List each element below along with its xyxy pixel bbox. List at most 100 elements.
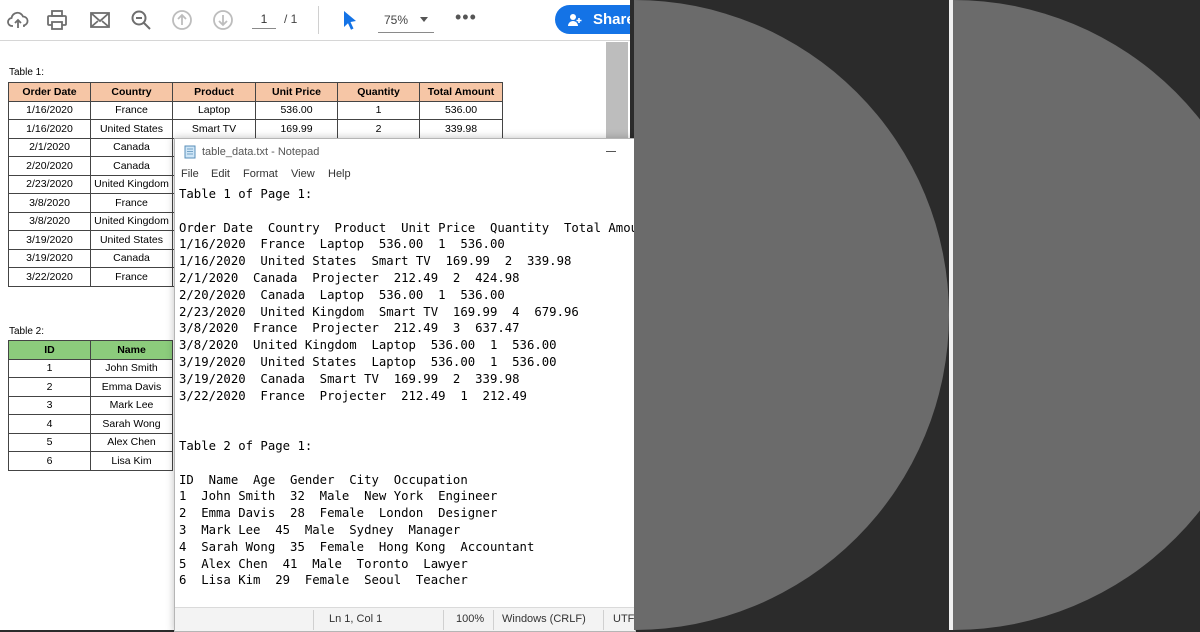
notepad-icon bbox=[184, 145, 196, 159]
decor-panel-right bbox=[953, 0, 1200, 630]
notepad-titlebar[interactable]: table_data.txt - Notepad bbox=[175, 139, 635, 165]
table1-cell: Laptop bbox=[172, 100, 256, 120]
table1-cell: 3/19/2020 bbox=[8, 248, 91, 268]
table2-row: 2 Emma Davis bbox=[8, 377, 173, 397]
table1-cell: Canada bbox=[90, 248, 173, 268]
notepad-line: 2 Emma Davis 28 Female London Designer bbox=[179, 506, 498, 521]
table1-cell: 3/8/2020 bbox=[8, 211, 91, 231]
table2-caption: Table 2: bbox=[9, 326, 45, 337]
print-icon[interactable] bbox=[45, 8, 69, 32]
table2-cell: 6 bbox=[8, 451, 91, 471]
table1-header-row: Order Date Country Product Unit Price Quanti… bbox=[8, 82, 503, 102]
menu-view[interactable]: View bbox=[291, 168, 315, 180]
table2-header-cell: ID bbox=[8, 340, 91, 360]
table1-header-cell: Unit Price bbox=[255, 82, 338, 102]
table2-cell: 4 bbox=[8, 414, 91, 434]
table2-cell: Mark Lee bbox=[90, 395, 173, 415]
notepad-line: 3/8/2020 France Projecter 212.49 3 637.4… bbox=[179, 321, 520, 336]
table1-cell: 2 bbox=[337, 119, 420, 139]
table2-header-cell: Name bbox=[90, 340, 173, 360]
table1-cell: 3/8/2020 bbox=[8, 193, 91, 213]
notepad-line: 1/16/2020 France Laptop 536.00 1 536.00 bbox=[179, 237, 505, 252]
table1-cell: 3/19/2020 bbox=[8, 230, 91, 250]
table1-cell: 536.00 bbox=[419, 100, 503, 120]
pdf-scrollbar-thumb[interactable] bbox=[606, 42, 628, 138]
table1-cell: 1 bbox=[337, 100, 420, 120]
mail-icon[interactable] bbox=[88, 8, 112, 32]
table1-cell: France bbox=[90, 267, 173, 287]
table1-cell: 1/16/2020 bbox=[8, 119, 91, 139]
notepad-line: 2/20/2020 Canada Laptop 536.00 1 536.00 bbox=[179, 287, 505, 302]
table1-cell: 2/23/2020 bbox=[8, 174, 91, 194]
menu-file[interactable]: File bbox=[181, 168, 199, 180]
table2-cell: Sarah Wong bbox=[90, 414, 173, 434]
table1-header-cell: Order Date bbox=[8, 82, 91, 102]
notepad-menubar: File Edit Format View Help bbox=[175, 167, 635, 185]
toolbar-divider bbox=[318, 6, 319, 34]
menu-format[interactable]: Format bbox=[243, 168, 278, 180]
table1-cell: United States bbox=[90, 119, 173, 139]
table1-cell: United States bbox=[90, 230, 173, 250]
previous-page-icon[interactable] bbox=[170, 8, 194, 32]
menu-edit[interactable]: Edit bbox=[211, 168, 230, 180]
notepad-status-bar: Ln 1, Col 1 100% Windows (CRLF) UTF-8 bbox=[175, 607, 635, 631]
status-divider bbox=[493, 610, 494, 630]
table1-cell: France bbox=[90, 100, 173, 120]
table2-row: 1 John Smith bbox=[8, 358, 173, 378]
notepad-line: 5 Alex Chen 41 Male Toronto Lawyer bbox=[179, 556, 468, 571]
chevron-down-icon bbox=[420, 17, 428, 22]
notepad-line bbox=[179, 404, 635, 421]
pdf-toolbar: / 1 75% ••• Share bbox=[0, 0, 630, 41]
table2-cell: 2 bbox=[8, 377, 91, 397]
zoom-dropdown[interactable]: 75% bbox=[378, 8, 434, 33]
notepad-line: ID Name Age Gender City Occupation bbox=[179, 472, 468, 487]
notepad-line bbox=[179, 203, 635, 220]
table2-cell: 1 bbox=[8, 358, 91, 378]
table2: ID Name 1 John Smith 2 Emma Davis 3 Mark Lee 4 S… bbox=[8, 340, 173, 471]
notepad-line bbox=[179, 455, 635, 472]
table1-row: 1/16/2020 United States Smart TV 169.99 2 339… bbox=[8, 119, 503, 139]
table2-cell: John Smith bbox=[90, 358, 173, 378]
status-position: Ln 1, Col 1 bbox=[329, 613, 383, 625]
next-page-icon[interactable] bbox=[211, 8, 235, 32]
notepad-line: 3/19/2020 United States Laptop 536.00 1 … bbox=[179, 354, 557, 369]
select-cursor-icon[interactable] bbox=[338, 8, 362, 32]
table1-cell: United Kingdom bbox=[90, 211, 173, 231]
table1-cell: Canada bbox=[90, 156, 173, 176]
minimize-icon[interactable] bbox=[606, 151, 616, 152]
status-divider bbox=[313, 610, 314, 630]
zoom-value: 75% bbox=[384, 13, 409, 27]
table1-cell: 1/16/2020 bbox=[8, 100, 91, 120]
share-button[interactable]: Share bbox=[555, 5, 630, 34]
half-disc-shape bbox=[634, 0, 949, 630]
table1-caption: Table 1: bbox=[9, 67, 45, 78]
notepad-line: 1/16/2020 United States Smart TV 169.99 … bbox=[179, 254, 572, 269]
notepad-line: 6 Lisa Kim 29 Female Seoul Teacher bbox=[179, 573, 468, 588]
table1-cell: 2/1/2020 bbox=[8, 137, 91, 157]
page-number-input[interactable] bbox=[252, 10, 276, 29]
cloud-upload-icon[interactable] bbox=[6, 8, 30, 32]
notepad-line: 3/8/2020 United Kingdom Laptop 536.00 1 … bbox=[179, 338, 557, 353]
add-person-icon bbox=[568, 14, 582, 26]
notepad-window: table_data.txt - Notepad File Edit Forma… bbox=[174, 138, 636, 632]
notepad-text-area[interactable]: Table 1 of Page 1: Order Date Country Pro… bbox=[179, 186, 635, 594]
decor-panel-left bbox=[634, 0, 949, 630]
notepad-line: 4 Sarah Wong 35 Female Hong Kong Account… bbox=[179, 539, 535, 554]
table1-header-cell: Total Amount bbox=[419, 82, 503, 102]
half-disc-shape bbox=[953, 0, 1200, 630]
table1-cell: 339.98 bbox=[419, 119, 503, 139]
menu-help[interactable]: Help bbox=[328, 168, 351, 180]
more-options-icon[interactable]: ••• bbox=[455, 7, 477, 28]
status-divider bbox=[443, 610, 444, 630]
table2-cell: Lisa Kim bbox=[90, 451, 173, 471]
notepad-line bbox=[179, 421, 635, 438]
notepad-line: 3/19/2020 Canada Smart TV 169.99 2 339.9… bbox=[179, 371, 520, 386]
table2-cell: Emma Davis bbox=[90, 377, 173, 397]
table1-cell: 2/20/2020 bbox=[8, 156, 91, 176]
table1-cell: 3/22/2020 bbox=[8, 267, 91, 287]
share-label: Share bbox=[593, 11, 630, 28]
table1-header-cell: Country bbox=[90, 82, 173, 102]
zoom-search-icon[interactable] bbox=[129, 8, 153, 32]
notepad-line: 1 John Smith 32 Male New York Engineer bbox=[179, 489, 498, 504]
table1-header-cell: Product bbox=[172, 82, 256, 102]
